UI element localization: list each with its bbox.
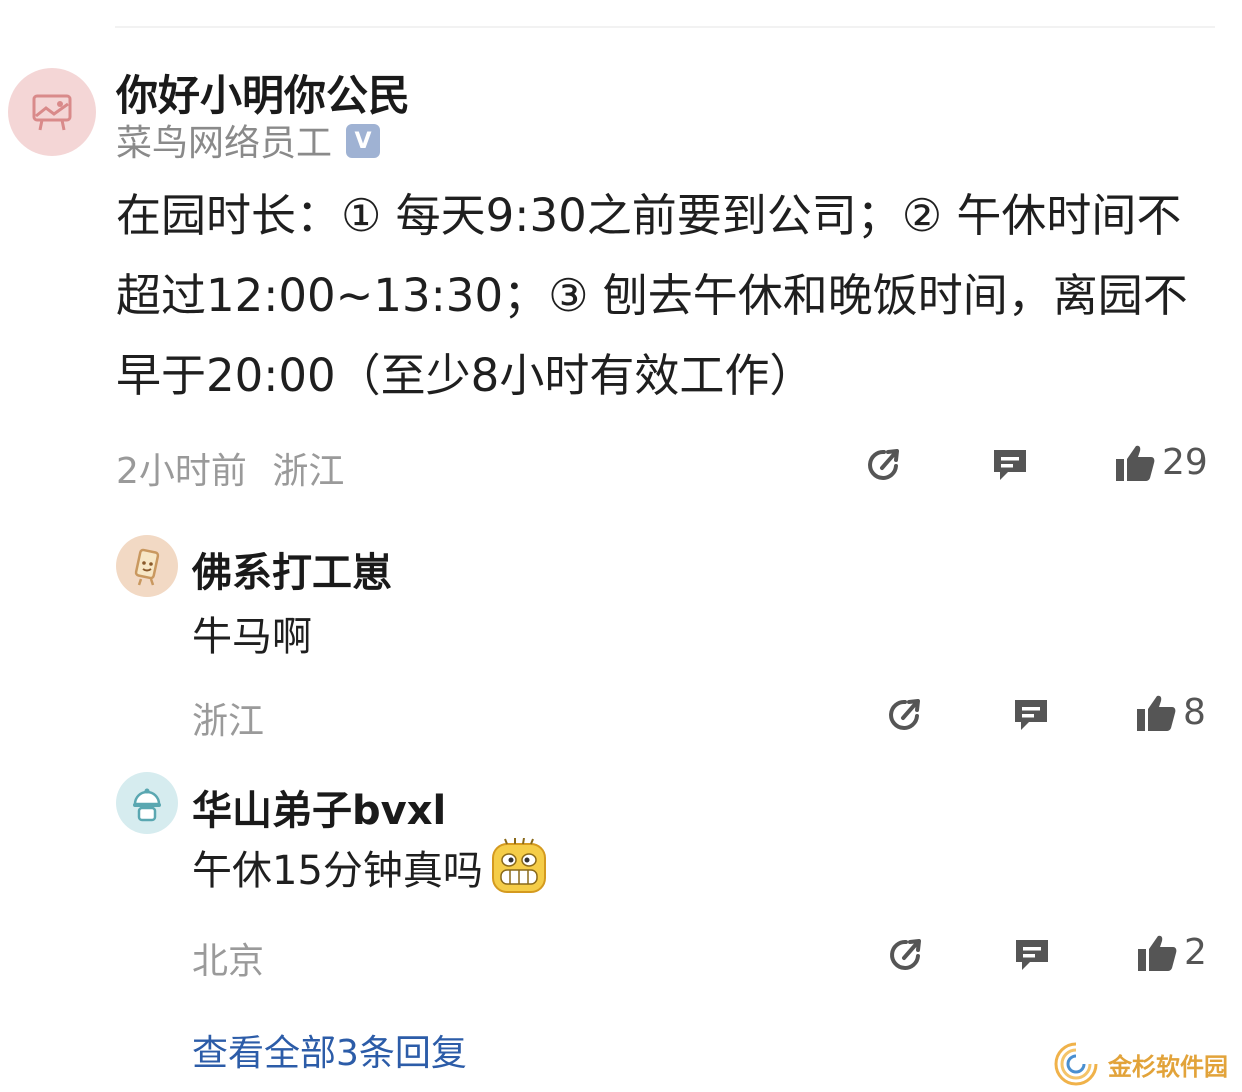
post-content: 在园时长：① 每天9:30之前要到公司；② 午休时间不超过12:00~13:30… <box>116 189 1188 402</box>
comment-icon <box>1016 940 1048 970</box>
like-count: 8 <box>1183 692 1206 733</box>
comment-button[interactable] <box>988 442 1032 486</box>
avatar-image-icon <box>32 94 72 131</box>
comment-button[interactable] <box>1009 692 1053 736</box>
like-count: 29 <box>1162 442 1208 483</box>
post-time: 2小时前 <box>116 451 247 492</box>
reply-author[interactable]: 华山弟子bvxl <box>192 778 446 836</box>
like-button[interactable]: 29 <box>1114 442 1208 483</box>
reply-avatar[interactable] <box>116 772 178 834</box>
reply-avatar[interactable] <box>116 535 178 597</box>
reply-text-content: 午休15分钟真吗 <box>192 848 483 894</box>
reply-location: 浙江 <box>192 701 265 742</box>
avatar-character-icon <box>134 548 160 586</box>
grin-emoji-icon <box>489 838 549 896</box>
thumbs-up-icon <box>1138 935 1177 971</box>
reply-text: 牛马啊 <box>192 614 312 660</box>
watermark: 金杉软件园 <box>1052 1040 1228 1088</box>
post-location: 浙江 <box>272 451 345 492</box>
verified-badge-icon: V <box>346 124 381 158</box>
share-icon <box>890 939 921 970</box>
post-meta: 2小时前 浙江 <box>116 442 344 494</box>
share-icon <box>868 449 899 480</box>
like-button[interactable]: 2 <box>1136 932 1207 973</box>
watermark-text: 金杉软件园 <box>1108 1052 1228 1081</box>
reply-author[interactable]: 佛系打工崽 <box>192 540 392 598</box>
thumbs-up-icon <box>1137 695 1176 731</box>
author-subtitle: 菜鸟网络员工 V <box>116 114 381 166</box>
avatar-robot-icon <box>133 788 161 822</box>
author-avatar[interactable] <box>8 68 96 156</box>
reply-location: 北京 <box>192 941 265 982</box>
thumbs-up-icon <box>1116 445 1155 481</box>
view-all-replies-link[interactable]: 查看全部3条回复 <box>192 1024 467 1076</box>
comment-icon <box>994 450 1026 480</box>
reply-text: 午休15分钟真吗 <box>192 838 549 896</box>
share-button[interactable] <box>862 442 906 486</box>
like-button[interactable]: 8 <box>1135 692 1206 733</box>
share-button[interactable] <box>883 692 927 736</box>
comment-icon <box>1015 700 1047 730</box>
divider <box>115 26 1215 28</box>
watermark-logo-icon <box>1054 1042 1098 1086</box>
author-title: 菜鸟网络员工 <box>116 123 333 164</box>
comment-button[interactable] <box>1010 932 1054 976</box>
share-button[interactable] <box>884 932 928 976</box>
like-count: 2 <box>1184 932 1207 973</box>
share-icon <box>889 699 920 730</box>
